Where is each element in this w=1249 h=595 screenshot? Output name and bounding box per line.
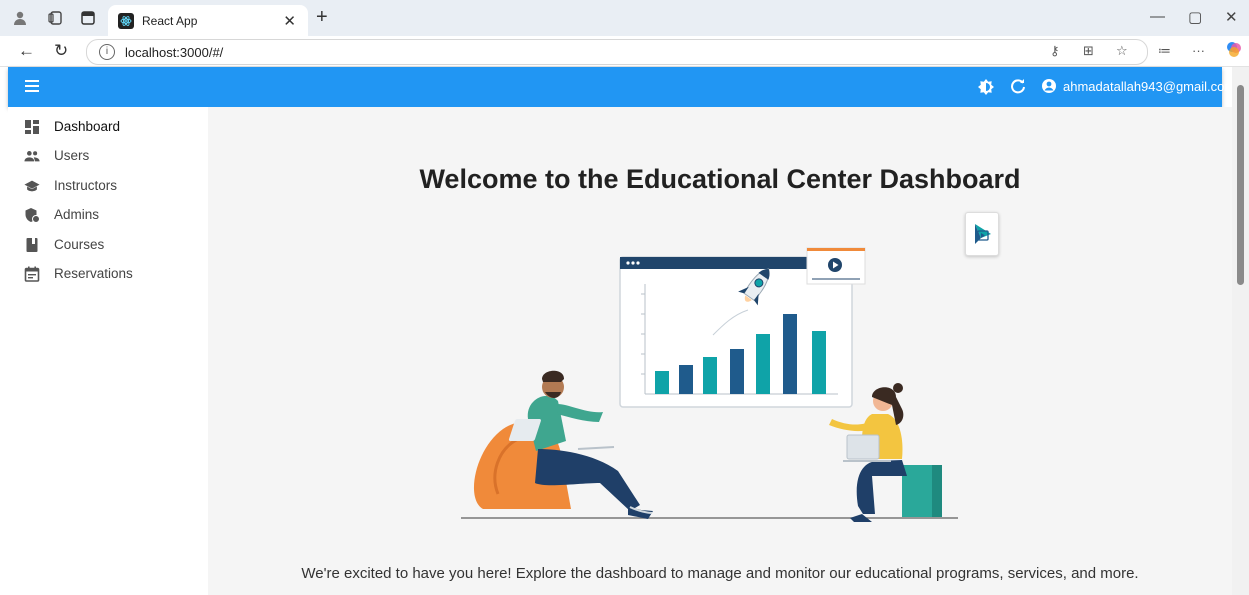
sidebar-item-label: Dashboard	[54, 119, 121, 134]
address-bar: ← ↻ i localhost:3000/#/ ⚷ ⊞ ☆ ≔ ···	[0, 36, 1249, 67]
immersive-reader-icon[interactable]: ⊞	[1083, 43, 1094, 59]
more-options-icon[interactable]: ···	[1192, 43, 1205, 58]
admin-shield-icon	[24, 207, 40, 223]
sidebar-item-label: Instructors	[54, 178, 118, 193]
new-tab-icon[interactable]: +	[316, 6, 328, 29]
password-key-icon[interactable]: ⚷	[1050, 43, 1060, 59]
url-text: localhost:3000/#/	[125, 44, 224, 60]
welcome-tagline: We're excited to have you here! Explore …	[301, 565, 1139, 582]
book-icon	[24, 237, 40, 253]
scrollbar-thumb[interactable]	[1237, 85, 1244, 285]
dashboard-icon	[24, 119, 40, 135]
sidebar-item-label: Users	[54, 148, 90, 163]
school-icon	[24, 178, 40, 194]
refresh-icon[interactable]: ↻	[54, 41, 68, 61]
tab-title: React App	[142, 13, 198, 28]
minimize-icon[interactable]: —	[1150, 8, 1165, 25]
copilot-icon[interactable]	[1225, 40, 1243, 61]
account-icon[interactable]	[1041, 78, 1057, 99]
app-header: ahmadatallah943@gmail.com	[8, 67, 1235, 107]
sidebar-item-label: Reservations	[54, 266, 133, 281]
app-logo-badge[interactable]	[965, 212, 999, 256]
sidebar-item-users[interactable]: Users	[8, 141, 208, 170]
sidebar-item-label: Admins	[54, 207, 100, 222]
user-email[interactable]: ahmadatallah943@gmail.com	[1063, 79, 1235, 94]
play-logo-icon	[975, 224, 991, 244]
favorites-list-icon[interactable]: ≔	[1158, 43, 1171, 59]
sidebar: Dashboard Users Instructors Admins Cours…	[8, 107, 208, 595]
react-favicon-icon	[118, 12, 134, 29]
sidebar-item-admins[interactable]: Admins	[8, 200, 208, 229]
close-tab-icon[interactable]: ✕	[283, 12, 296, 30]
workspaces-icon[interactable]	[46, 8, 66, 28]
browser-tab[interactable]: React App ✕	[108, 5, 308, 36]
calendar-icon	[24, 266, 40, 282]
dashboard-illustration	[461, 247, 958, 522]
browser-tab-bar: React App ✕ + — ▢ ✕	[0, 0, 1249, 36]
profile-icon[interactable]	[10, 8, 30, 28]
sidebar-item-label: Courses	[54, 237, 105, 252]
sidebar-item-reservations[interactable]: Reservations	[8, 259, 208, 288]
users-icon	[24, 148, 40, 164]
tab-actions-icon[interactable]	[78, 8, 98, 28]
sidebar-item-dashboard[interactable]: Dashboard	[8, 112, 208, 141]
back-icon[interactable]: ←	[18, 41, 35, 61]
main-content: Welcome to the Educational Center Dashbo…	[208, 107, 1232, 595]
site-info-icon[interactable]: i	[99, 44, 115, 60]
sidebar-item-courses[interactable]: Courses	[8, 230, 208, 259]
restore-icon[interactable]: ▢	[1188, 8, 1202, 26]
refresh-data-icon[interactable]	[1010, 78, 1026, 99]
sidebar-item-instructors[interactable]: Instructors	[8, 171, 208, 200]
menu-icon[interactable]	[25, 80, 39, 94]
favorite-star-icon[interactable]: ☆	[1116, 43, 1128, 59]
theme-toggle-icon[interactable]	[977, 78, 995, 101]
url-field[interactable]: i localhost:3000/#/	[86, 39, 1148, 65]
window-close-icon[interactable]: ✕	[1225, 8, 1238, 26]
page-title: Welcome to the Educational Center Dashbo…	[419, 164, 1021, 194]
